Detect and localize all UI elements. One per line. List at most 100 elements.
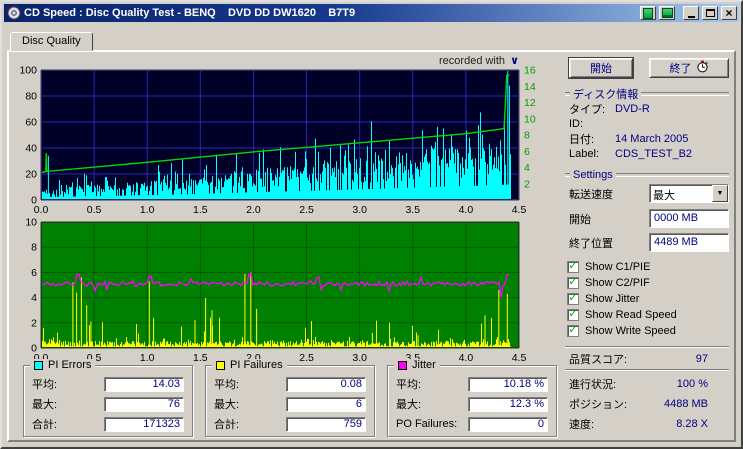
svg-text:10: 10 bbox=[25, 218, 37, 229]
app-window: CD Speed : Disc Quality Test - BENQ DVD … bbox=[0, 0, 743, 449]
svg-text:1.5: 1.5 bbox=[193, 352, 208, 364]
separator bbox=[565, 346, 729, 348]
stat-value: 6 bbox=[286, 396, 366, 412]
stats-group-label: PI Errors bbox=[48, 359, 92, 371]
checkbox-label: Show C2/PIF bbox=[585, 277, 650, 289]
checkbox-show-read-speed[interactable]: ✓ Show Read Speed bbox=[567, 308, 731, 322]
speed-row: 速度: 8.28 X bbox=[569, 417, 731, 431]
stats-group-label: PI Failures bbox=[230, 359, 283, 371]
disc-info-group-header: ディスク情報 bbox=[565, 88, 729, 101]
stat-label: 最大: bbox=[214, 399, 240, 411]
svg-text:100: 100 bbox=[19, 66, 37, 77]
stats-row-max: 最大: 76 bbox=[32, 396, 184, 412]
stat-label: 最大: bbox=[396, 399, 422, 411]
stats-group-label: Jitter bbox=[412, 359, 436, 371]
disc-info-group-title: ディスク情報 bbox=[573, 89, 639, 101]
tab-disc-quality[interactable]: Disc Quality bbox=[10, 32, 93, 51]
checkbox-show-c1-pie[interactable]: ✓ Show C1/PIE bbox=[567, 260, 731, 274]
titlebar-monitor-icon[interactable] bbox=[659, 6, 675, 20]
transfer-rate-select[interactable]: 最大 ▼ bbox=[649, 184, 729, 203]
position-value: 4488 MB bbox=[663, 398, 708, 410]
pi-failures-swatch bbox=[216, 360, 225, 370]
checkbox-label: Show Read Speed bbox=[585, 309, 677, 321]
stat-value: 12.3 % bbox=[468, 396, 548, 412]
start-button[interactable]: 開始 bbox=[568, 57, 634, 79]
svg-text:2.5: 2.5 bbox=[299, 352, 314, 364]
settings-group-title: Settings bbox=[573, 169, 613, 181]
svg-text:10: 10 bbox=[524, 113, 536, 125]
close-button[interactable]: × bbox=[721, 6, 737, 20]
svg-text:2.0: 2.0 bbox=[246, 204, 261, 216]
quality-score-label: 品質スコア: bbox=[569, 354, 628, 366]
start-position-label: 開始 bbox=[569, 214, 591, 226]
checkbox-label: Show Write Speed bbox=[585, 325, 676, 337]
svg-text:80: 80 bbox=[25, 91, 37, 103]
settings-group-header: Settings bbox=[565, 169, 729, 181]
checkbox-show-write-speed[interactable]: ✓ Show Write Speed bbox=[567, 324, 731, 338]
pi-failures-jitter-chart: 0.0 0.5 1.0 1.5 2.0 2.5 3.0 3.5 4.0 4.50246810 bbox=[25, 218, 527, 364]
stats-row-total: 合計: 759 bbox=[214, 416, 366, 432]
stat-label: 合計: bbox=[214, 419, 240, 431]
transfer-rate-value: 最大 bbox=[653, 190, 675, 202]
checkbox-box: ✓ bbox=[567, 309, 579, 321]
disc-date-label: 日付: bbox=[569, 134, 595, 146]
disc-type-row: タイプ: DVD-R bbox=[569, 102, 729, 116]
checkbox-box: ✓ bbox=[567, 277, 579, 289]
exit-button-label: 終了 bbox=[669, 63, 692, 75]
svg-text:16: 16 bbox=[524, 66, 536, 77]
tab-page: recorded with ∨ 0.0 0.5 1.0 1.5 2.0 2.5 3.0 3.5 4… bbox=[7, 50, 736, 442]
end-position-label: 終了位置 bbox=[569, 238, 613, 250]
minimize-button[interactable] bbox=[683, 6, 699, 20]
svg-text:0.5: 0.5 bbox=[87, 204, 102, 216]
exit-button[interactable]: 終了 bbox=[649, 58, 729, 78]
svg-text:6: 6 bbox=[31, 267, 37, 279]
svg-text:1.0: 1.0 bbox=[140, 204, 155, 216]
pi-errors-stats-group: PI Errors 平均: 14.03 最大: 76 合計: 171323 bbox=[23, 359, 193, 437]
close-icon: × bbox=[725, 5, 733, 20]
end-position-field[interactable]: 4489 MB bbox=[649, 233, 729, 252]
jitter-swatch bbox=[398, 360, 407, 370]
quality-score-row: 品質スコア: 97 bbox=[569, 352, 731, 366]
checkbox-show-jitter[interactable]: ✓ Show Jitter bbox=[567, 292, 731, 306]
checkbox-box: ✓ bbox=[567, 293, 579, 305]
disc-date-value: 14 March 2005 bbox=[615, 133, 689, 145]
checkbox-show-c2-pif[interactable]: ✓ Show C2/PIF bbox=[567, 276, 731, 290]
speed-value: 8.28 X bbox=[676, 418, 708, 430]
disc-label-value: CDS_TEST_B2 bbox=[615, 148, 693, 160]
svg-text:3.0: 3.0 bbox=[352, 352, 367, 364]
speed-label: 速度: bbox=[569, 419, 595, 431]
cd-disc-icon bbox=[6, 6, 21, 20]
svg-text:4.0: 4.0 bbox=[459, 204, 474, 216]
disc-type-label: タイプ: bbox=[569, 104, 606, 116]
maximize-button[interactable] bbox=[702, 6, 718, 20]
svg-text:4.5: 4.5 bbox=[512, 352, 527, 364]
right-panel: 開始 終了 ディスク情報 タイプ: DVD-R ID: 日付: 14 March 2… bbox=[563, 57, 731, 438]
svg-text:0: 0 bbox=[31, 343, 37, 355]
stat-value: 0 bbox=[468, 416, 548, 432]
transfer-rate-label: 転送速度 bbox=[569, 189, 613, 201]
titlebar-doc-icon[interactable] bbox=[640, 6, 656, 20]
maximize-icon bbox=[705, 9, 715, 17]
disc-type-value: DVD-R bbox=[615, 103, 650, 115]
chevron-down-icon[interactable]: ▼ bbox=[712, 185, 728, 202]
svg-text:4.0: 4.0 bbox=[459, 352, 474, 364]
stat-label: 平均: bbox=[214, 379, 240, 391]
stats-row-avg: 平均: 0.08 bbox=[214, 376, 366, 392]
check-icon: ✓ bbox=[568, 292, 578, 304]
checkbox-box: ✓ bbox=[567, 325, 579, 337]
tab-label: Disc Quality bbox=[22, 35, 81, 47]
svg-text:3.0: 3.0 bbox=[352, 204, 367, 216]
check-icon: ✓ bbox=[568, 308, 578, 320]
stat-label: 最大: bbox=[32, 399, 58, 411]
stats-row-avg: 平均: 10.18 % bbox=[396, 376, 548, 392]
stat-value: 76 bbox=[104, 396, 184, 412]
stat-label: 平均: bbox=[396, 379, 422, 391]
progress-value: 100 % bbox=[676, 378, 708, 390]
start-position-field[interactable]: 0000 MB bbox=[649, 209, 729, 228]
svg-text:20: 20 bbox=[25, 169, 37, 181]
disc-label-label: Label: bbox=[569, 148, 599, 160]
progress-row: 進行状況: 100 % bbox=[569, 377, 731, 391]
stat-value: 10.18 % bbox=[468, 376, 548, 392]
stat-value: 14.03 bbox=[104, 376, 184, 392]
separator bbox=[565, 369, 729, 371]
